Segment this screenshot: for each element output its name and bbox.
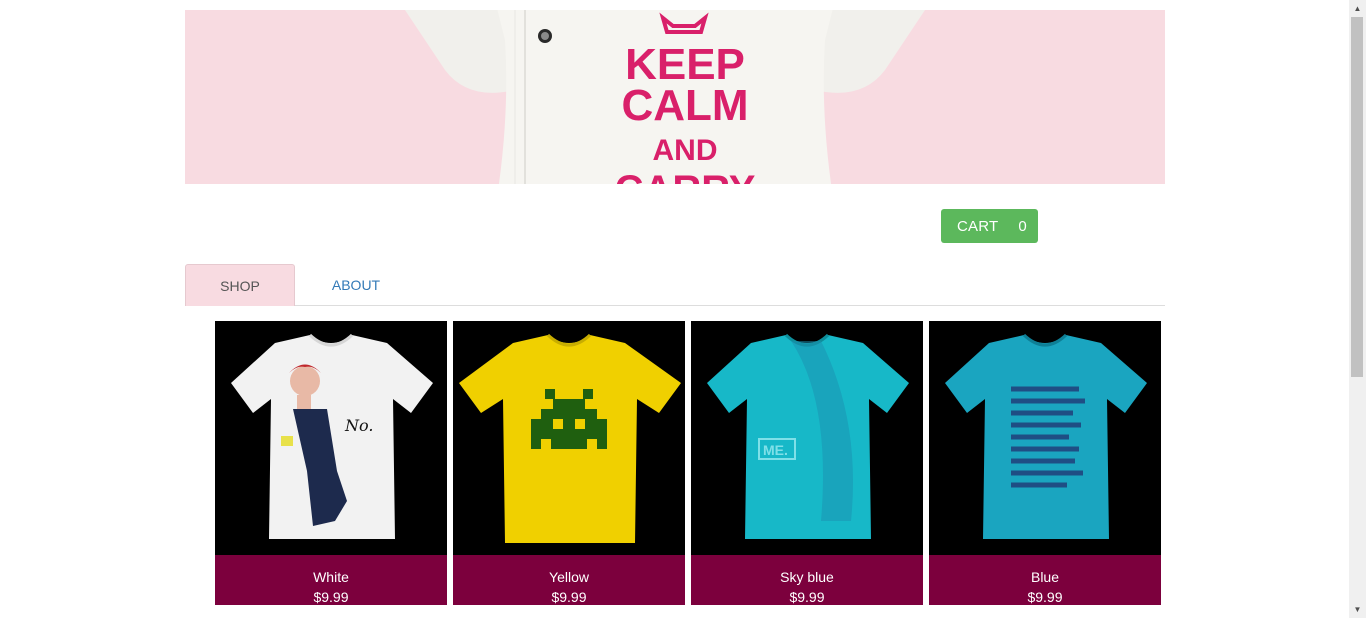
product-caption: White $9.99: [215, 555, 447, 605]
page: KEEP CALM AND CARRY CART 0 SHOP ABOUT No…: [0, 0, 1366, 618]
cart-label: CART: [957, 217, 999, 235]
hero-banner: KEEP CALM AND CARRY: [185, 10, 1165, 184]
product-caption: Yellow $9.99: [453, 555, 685, 605]
scroll-up-arrow-icon[interactable]: ▲: [1349, 0, 1366, 17]
product-caption: Blue $9.99: [929, 555, 1161, 605]
tshirt-sky-blue-image: ME.: [707, 333, 909, 539]
product-name: Yellow: [549, 569, 589, 585]
svg-text:ME.: ME.: [763, 442, 788, 458]
product-price: $9.99: [551, 589, 587, 605]
tab-about[interactable]: ABOUT: [297, 264, 415, 306]
product-image[interactable]: [929, 321, 1161, 555]
slogan-line-and: AND: [652, 134, 718, 167]
product-card-white[interactable]: No. White $9.99: [215, 321, 447, 605]
product-image[interactable]: No.: [215, 321, 447, 555]
product-image[interactable]: ME.: [691, 321, 923, 555]
svg-text:No.: No.: [344, 416, 373, 435]
cart-count-badge: 0: [1018, 217, 1027, 235]
slogan-line-carry: CARRY: [585, 168, 785, 184]
product-price: $9.99: [1027, 589, 1063, 605]
tshirt-blue-image: [945, 333, 1147, 539]
product-name: Blue: [1030, 569, 1060, 585]
slogan-line-calm: CALM: [621, 81, 749, 130]
tshirt-white-image: No.: [231, 333, 433, 539]
tshirt-yellow-image: [459, 333, 681, 543]
product-price: $9.99: [313, 589, 349, 605]
product-name: Sky blue: [780, 569, 834, 585]
tab-shop[interactable]: SHOP: [185, 264, 295, 306]
scroll-down-arrow-icon[interactable]: ▼: [1349, 601, 1366, 618]
vertical-scrollbar[interactable]: ▲ ▼: [1349, 0, 1366, 618]
product-caption: Sky blue $9.99: [691, 555, 923, 605]
nav-tabs: SHOP ABOUT: [185, 264, 1165, 306]
product-price: $9.99: [789, 589, 825, 605]
product-image[interactable]: [453, 321, 685, 555]
product-name: White: [313, 569, 349, 585]
product-card-sky-blue[interactable]: ME. Sky blue $9.99: [691, 321, 923, 605]
cart-button[interactable]: CART 0: [941, 209, 1038, 243]
product-card-blue[interactable]: Blue $9.99: [929, 321, 1161, 605]
product-card-yellow[interactable]: Yellow $9.99: [453, 321, 685, 605]
scrollbar-thumb[interactable]: [1351, 17, 1363, 377]
